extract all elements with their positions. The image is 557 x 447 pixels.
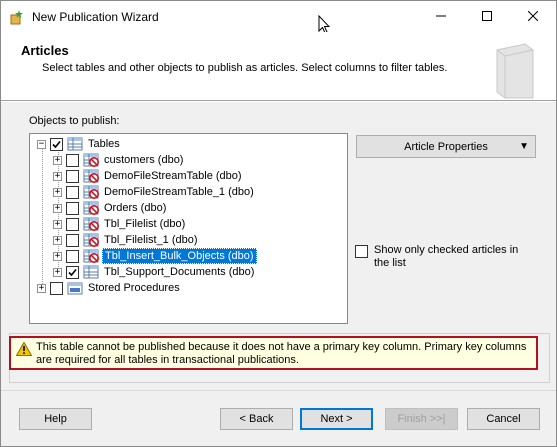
page-title: Articles — [21, 43, 69, 58]
table-not-publishable-icon — [83, 153, 99, 167]
finish-button[interactable]: Finish >>| — [385, 408, 458, 430]
window-title: New Publication Wizard — [32, 10, 159, 24]
stored-procedures-checkbox[interactable] — [50, 281, 63, 295]
header-divider-highlight — [1, 101, 556, 102]
footer-divider — [1, 390, 556, 391]
stored-procedure-folder-icon — [67, 282, 83, 295]
warning-icon — [16, 342, 32, 356]
wizard-book-icon — [496, 43, 534, 99]
objects-tree[interactable]: − Tables + customers (dbo) + DemoFileStream… — [29, 133, 348, 324]
collapse-icon[interactable]: − — [37, 139, 46, 149]
warning-message: This table cannot be published because i… — [9, 336, 538, 370]
show-only-checked-label: Show only checked articles in the list — [374, 244, 519, 269]
tree-node-tables[interactable]: − Tables — [37, 136, 122, 152]
table-label: customers (dbo) — [104, 154, 184, 166]
article-properties-button[interactable]: Article Properties ▼ — [356, 135, 536, 158]
table-folder-icon — [67, 137, 83, 151]
table-label: DemoFileStreamTable_1 (dbo) — [104, 186, 254, 198]
table-checkbox[interactable] — [66, 169, 79, 183]
table-label: DemoFileStreamTable (dbo) — [104, 170, 242, 182]
tree-item-table[interactable]: + Tbl_Filelist (dbo) — [53, 216, 187, 232]
expand-icon[interactable]: + — [53, 155, 62, 165]
tree-item-table[interactable]: + Tbl_Filelist_1 (dbo) — [53, 232, 200, 248]
wizard-app-icon — [10, 10, 23, 25]
table-checkbox[interactable] — [66, 201, 79, 215]
tables-label: Tables — [88, 138, 120, 150]
table-checkbox[interactable] — [66, 217, 79, 231]
minimize-icon — [436, 15, 446, 17]
table-checkbox[interactable] — [66, 233, 79, 247]
article-properties-label: Article Properties — [404, 140, 488, 153]
expand-icon[interactable]: + — [53, 235, 62, 245]
expand-icon[interactable]: + — [53, 251, 62, 261]
tree-item-table[interactable]: + Tbl_Support_Documents (dbo) — [53, 264, 256, 280]
wizard-window: New Publication Wizard Articles Select t… — [0, 0, 557, 447]
tree-item-table[interactable]: + DemoFileStreamTable_1 (dbo) — [53, 184, 256, 200]
warning-text: This table cannot be published because i… — [36, 341, 527, 366]
table-not-publishable-icon — [83, 233, 99, 247]
tree-item-table[interactable]: + Tbl_Insert_Bulk_Objects (dbo) — [53, 248, 257, 264]
table-checkbox[interactable] — [66, 265, 79, 279]
expand-icon[interactable]: + — [53, 203, 62, 213]
expand-icon[interactable]: + — [53, 219, 62, 229]
cancel-button[interactable]: Cancel — [467, 408, 540, 430]
table-label: Tbl_Support_Documents (dbo) — [104, 266, 255, 278]
maximize-button[interactable] — [464, 1, 510, 31]
dropdown-arrow-icon: ▼ — [519, 141, 529, 152]
table-checkbox[interactable] — [66, 185, 79, 199]
table-checkbox[interactable] — [66, 249, 79, 263]
table-not-publishable-icon — [83, 201, 99, 215]
table-not-publishable-icon — [83, 249, 99, 263]
tables-checkbox[interactable] — [50, 137, 63, 151]
page-header: Articles Select tables and other objects… — [1, 32, 556, 100]
show-only-checked-checkbox[interactable] — [355, 245, 368, 258]
table-not-publishable-icon — [83, 185, 99, 199]
expand-icon[interactable]: + — [37, 283, 46, 293]
maximize-icon — [482, 11, 492, 21]
next-button[interactable]: Next > — [300, 408, 373, 430]
table-label: Orders (dbo) — [104, 202, 167, 214]
show-only-checked-option[interactable]: Show only checked articles in the list — [355, 244, 534, 270]
table-label: Tbl_Insert_Bulk_Objects (dbo) — [102, 248, 257, 264]
expand-icon[interactable]: + — [53, 267, 62, 277]
help-button[interactable]: Help — [19, 408, 92, 430]
page-description: Select tables and other objects to publi… — [42, 62, 448, 74]
table-icon — [83, 265, 99, 279]
table-not-publishable-icon — [83, 169, 99, 183]
table-not-publishable-icon — [83, 217, 99, 231]
tree-item-table[interactable]: + customers (dbo) — [53, 152, 185, 168]
close-icon — [528, 11, 538, 21]
table-checkbox[interactable] — [66, 153, 79, 167]
stored-procedures-label: Stored Procedures — [88, 282, 180, 294]
objects-to-publish-label: Objects to publish: — [29, 115, 120, 127]
title-bar: New Publication Wizard — [1, 1, 556, 34]
tree-connector-line — [42, 147, 43, 288]
close-button[interactable] — [510, 1, 556, 31]
tree-node-stored-procedures[interactable]: + Stored Procedures — [37, 280, 182, 296]
expand-icon[interactable]: + — [53, 187, 62, 197]
table-label: Tbl_Filelist (dbo) — [104, 218, 186, 230]
table-label: Tbl_Filelist_1 (dbo) — [104, 234, 198, 246]
tree-item-table[interactable]: + Orders (dbo) — [53, 200, 168, 216]
minimize-button[interactable] — [418, 1, 464, 31]
back-button[interactable]: < Back — [220, 408, 293, 430]
tree-item-table[interactable]: + DemoFileStreamTable (dbo) — [53, 168, 244, 184]
expand-icon[interactable]: + — [53, 171, 62, 181]
